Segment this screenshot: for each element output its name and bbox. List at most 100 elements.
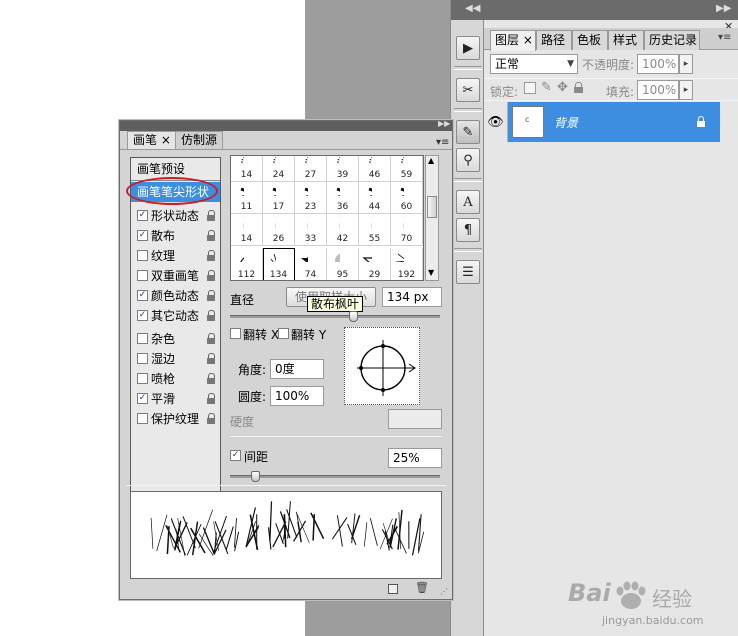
lock-icon[interactable] <box>206 270 216 282</box>
option-checkbox[interactable]: ✓ <box>137 310 148 321</box>
brush-tip-cell[interactable]: 39 <box>327 156 359 182</box>
tab-close-icon[interactable]: × <box>523 33 533 47</box>
layer-row-background[interactable]: c 背景 <box>484 102 720 142</box>
tab-history[interactable]: 历史记录 <box>644 30 700 50</box>
tab-brushes[interactable]: 画笔 × <box>127 131 177 149</box>
layer-name[interactable]: 背景 <box>554 114 578 131</box>
lock-icon[interactable] <box>206 333 216 345</box>
angle-roundness-preview[interactable] <box>344 327 420 405</box>
navigator-panel-button[interactable]: ▶ <box>456 36 480 60</box>
trash-icon[interactable]: 🗑 <box>415 581 429 594</box>
resize-grip-icon[interactable]: ⋰ <box>440 587 448 596</box>
diameter-slider-track[interactable] <box>230 315 440 318</box>
brush-panel-titlebar[interactable]: ▶▶ <box>120 119 452 131</box>
lock-icon[interactable] <box>206 413 216 425</box>
scroll-down-icon[interactable]: ▼ <box>428 268 434 277</box>
collapse-icon[interactable]: ▶▶ <box>716 3 731 14</box>
lock-all-icon[interactable] <box>574 82 583 93</box>
brush-tip-cell[interactable]: 24 <box>263 156 295 182</box>
brush-tip-cell[interactable]: 36 <box>327 182 359 214</box>
option-checkbox[interactable] <box>137 333 148 344</box>
flip-x-checkbox[interactable] <box>230 328 241 339</box>
blend-mode-select[interactable]: 正常 ▼ <box>490 54 578 74</box>
brush-tip-cell[interactable]: 23 <box>295 182 327 214</box>
layers-panel-titlebar[interactable]: ▶▶ <box>484 0 738 20</box>
brush-option-item[interactable]: 喷枪 <box>131 369 220 389</box>
brush-tip-cell[interactable]: 134 <box>263 248 295 280</box>
tab-styles[interactable]: 样式 <box>608 30 644 50</box>
scroll-thumb[interactable] <box>427 196 437 218</box>
brush-option-item[interactable]: 双重画笔 <box>131 266 220 286</box>
option-checkbox[interactable] <box>137 250 148 261</box>
spacing-slider-thumb[interactable] <box>251 471 260 482</box>
brush-option-item[interactable]: 保护纹理 <box>131 409 220 429</box>
tab-swatches[interactable]: 色板 <box>572 30 608 50</box>
lock-icon[interactable] <box>206 290 216 302</box>
brush-tip-cell[interactable]: 46 <box>359 156 391 182</box>
brush-presets-item[interactable]: 画笔预设 <box>131 159 220 179</box>
diameter-input[interactable]: 134 px <box>382 287 442 307</box>
brush-tip-cell[interactable]: 17 <box>263 182 295 214</box>
brush-tip-cell[interactable]: 26 <box>263 214 295 246</box>
brush-tip-grid[interactable]: 14 24 27 39 46 59 11 17 23 36 44 60 14 26 33 42 55 70 112 1… <box>230 155 424 281</box>
opacity-input[interactable]: 100% <box>637 54 679 74</box>
panel-menu-icon[interactable]: ▾≡ <box>436 137 449 148</box>
tab-layers[interactable]: 图层 × <box>490 30 536 51</box>
brush-grid-scrollbar[interactable]: ▲ ▼ <box>425 155 439 281</box>
brush-option-item[interactable]: 湿边 <box>131 349 220 369</box>
brush-tip-cell[interactable]: 59 <box>391 156 423 182</box>
clone-source-button[interactable]: ⚲ <box>456 148 480 172</box>
brush-option-item[interactable]: ✓ 形状动态 <box>131 206 220 226</box>
spacing-checkbox[interactable]: ✓ <box>230 450 241 461</box>
collapse-icon[interactable]: ▶▶ <box>438 119 450 128</box>
brush-tip-cell[interactable]: 60 <box>391 182 423 214</box>
spacing-input[interactable]: 25% <box>388 448 442 468</box>
brush-option-item[interactable]: ✓ 散布 <box>131 226 220 246</box>
brush-tip-cell[interactable]: 27 <box>295 156 327 182</box>
option-checkbox[interactable] <box>137 373 148 384</box>
roundness-input[interactable]: 100% <box>270 386 324 406</box>
option-checkbox[interactable]: ✓ <box>137 230 148 241</box>
diameter-slider-thumb[interactable] <box>349 311 358 322</box>
brush-tip-cell[interactable]: 14 <box>231 156 263 182</box>
scroll-up-icon[interactable]: ▲ <box>428 156 434 165</box>
spacing-slider-track[interactable] <box>230 475 440 478</box>
tool-presets-button[interactable]: ✂ <box>456 78 480 102</box>
brush-tip-cell[interactable]: 33 <box>295 214 327 246</box>
brush-tip-cell[interactable]: 55 <box>359 214 391 246</box>
panel-menu-icon[interactable]: ▾≡ <box>718 32 731 43</box>
brush-tip-cell[interactable]: 95 <box>327 248 359 280</box>
option-checkbox[interactable] <box>137 413 148 424</box>
flip-y-checkbox[interactable] <box>278 328 289 339</box>
brush-tip-cell[interactable]: 74 <box>295 248 327 280</box>
tab-paths[interactable]: 路径 <box>536 30 572 50</box>
option-checkbox[interactable]: ✓ <box>137 393 148 404</box>
brush-tip-cell[interactable]: 70 <box>391 214 423 246</box>
option-checkbox[interactable]: ✓ <box>137 290 148 301</box>
lock-icon[interactable] <box>206 393 216 405</box>
character-panel-button[interactable]: A <box>456 190 480 214</box>
brush-option-item[interactable]: ✓ 平滑 <box>131 389 220 409</box>
option-checkbox[interactable]: ✓ <box>137 210 148 221</box>
lock-icon[interactable] <box>206 310 216 322</box>
lock-icon[interactable] <box>206 230 216 242</box>
paragraph-panel-button[interactable]: ¶ <box>456 218 480 242</box>
layer-visibility-toggle[interactable]: 👁 <box>484 102 508 142</box>
brush-tip-cell[interactable]: 29 <box>359 248 391 280</box>
tab-clone-source[interactable]: 仿制源 <box>175 131 224 149</box>
brush-tip-cell[interactable]: 44 <box>359 182 391 214</box>
lock-icon[interactable] <box>206 373 216 385</box>
tab-close-icon[interactable]: × <box>161 133 171 147</box>
notes-panel-button[interactable]: ☰ <box>456 260 480 284</box>
strip-titlebar[interactable]: ◀◀ <box>451 0 485 20</box>
fill-arrow[interactable]: ▸ <box>679 80 693 100</box>
angle-input[interactable]: 0度 <box>270 359 324 379</box>
brush-tip-cell[interactable]: 11 <box>231 182 263 214</box>
brush-option-item[interactable]: ✓ 颜色动态 <box>131 286 220 306</box>
fill-input[interactable]: 100% <box>637 80 679 100</box>
option-checkbox[interactable] <box>137 270 148 281</box>
option-checkbox[interactable] <box>137 353 148 364</box>
collapse-arrows-icon[interactable]: ◀◀ <box>465 3 480 14</box>
brush-option-item[interactable]: ✓ 其它动态 <box>131 306 220 326</box>
lock-icon[interactable] <box>206 353 216 365</box>
